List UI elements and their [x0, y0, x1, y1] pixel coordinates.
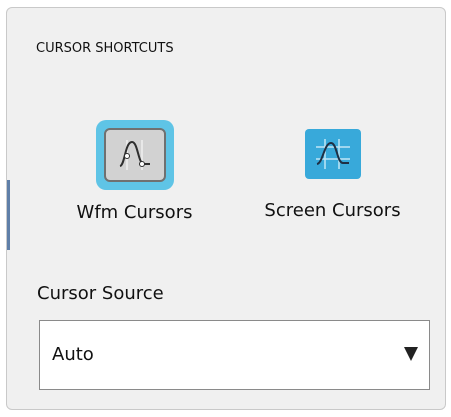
cursor-source-value: Auto — [52, 344, 94, 365]
cursor-source-select[interactable]: Auto — [39, 320, 430, 390]
screen-cursors-label: Screen Cursors — [264, 200, 401, 221]
wfm-cursors-button[interactable]: Wfm Cursors — [52, 120, 217, 223]
cursor-source-label: Cursor Source — [37, 283, 164, 304]
screen-cursors-button[interactable]: Screen Cursors — [240, 120, 425, 221]
cursor-shortcuts-panel: CURSOR SHORTCUTS Wfm Cursors Screen Curs… — [6, 7, 446, 410]
dropdown-arrow-icon[interactable] — [404, 347, 418, 361]
section-title: CURSOR SHORTCUTS — [36, 41, 174, 56]
screen-cursors-icon-button[interactable] — [296, 120, 370, 188]
wfm-cursors-icon-button[interactable] — [95, 120, 174, 190]
waveform-cursors-icon — [103, 128, 166, 182]
wfm-cursors-label: Wfm Cursors — [76, 202, 193, 223]
screen-cursors-icon — [304, 129, 361, 179]
panel-edge-accent — [7, 180, 10, 250]
